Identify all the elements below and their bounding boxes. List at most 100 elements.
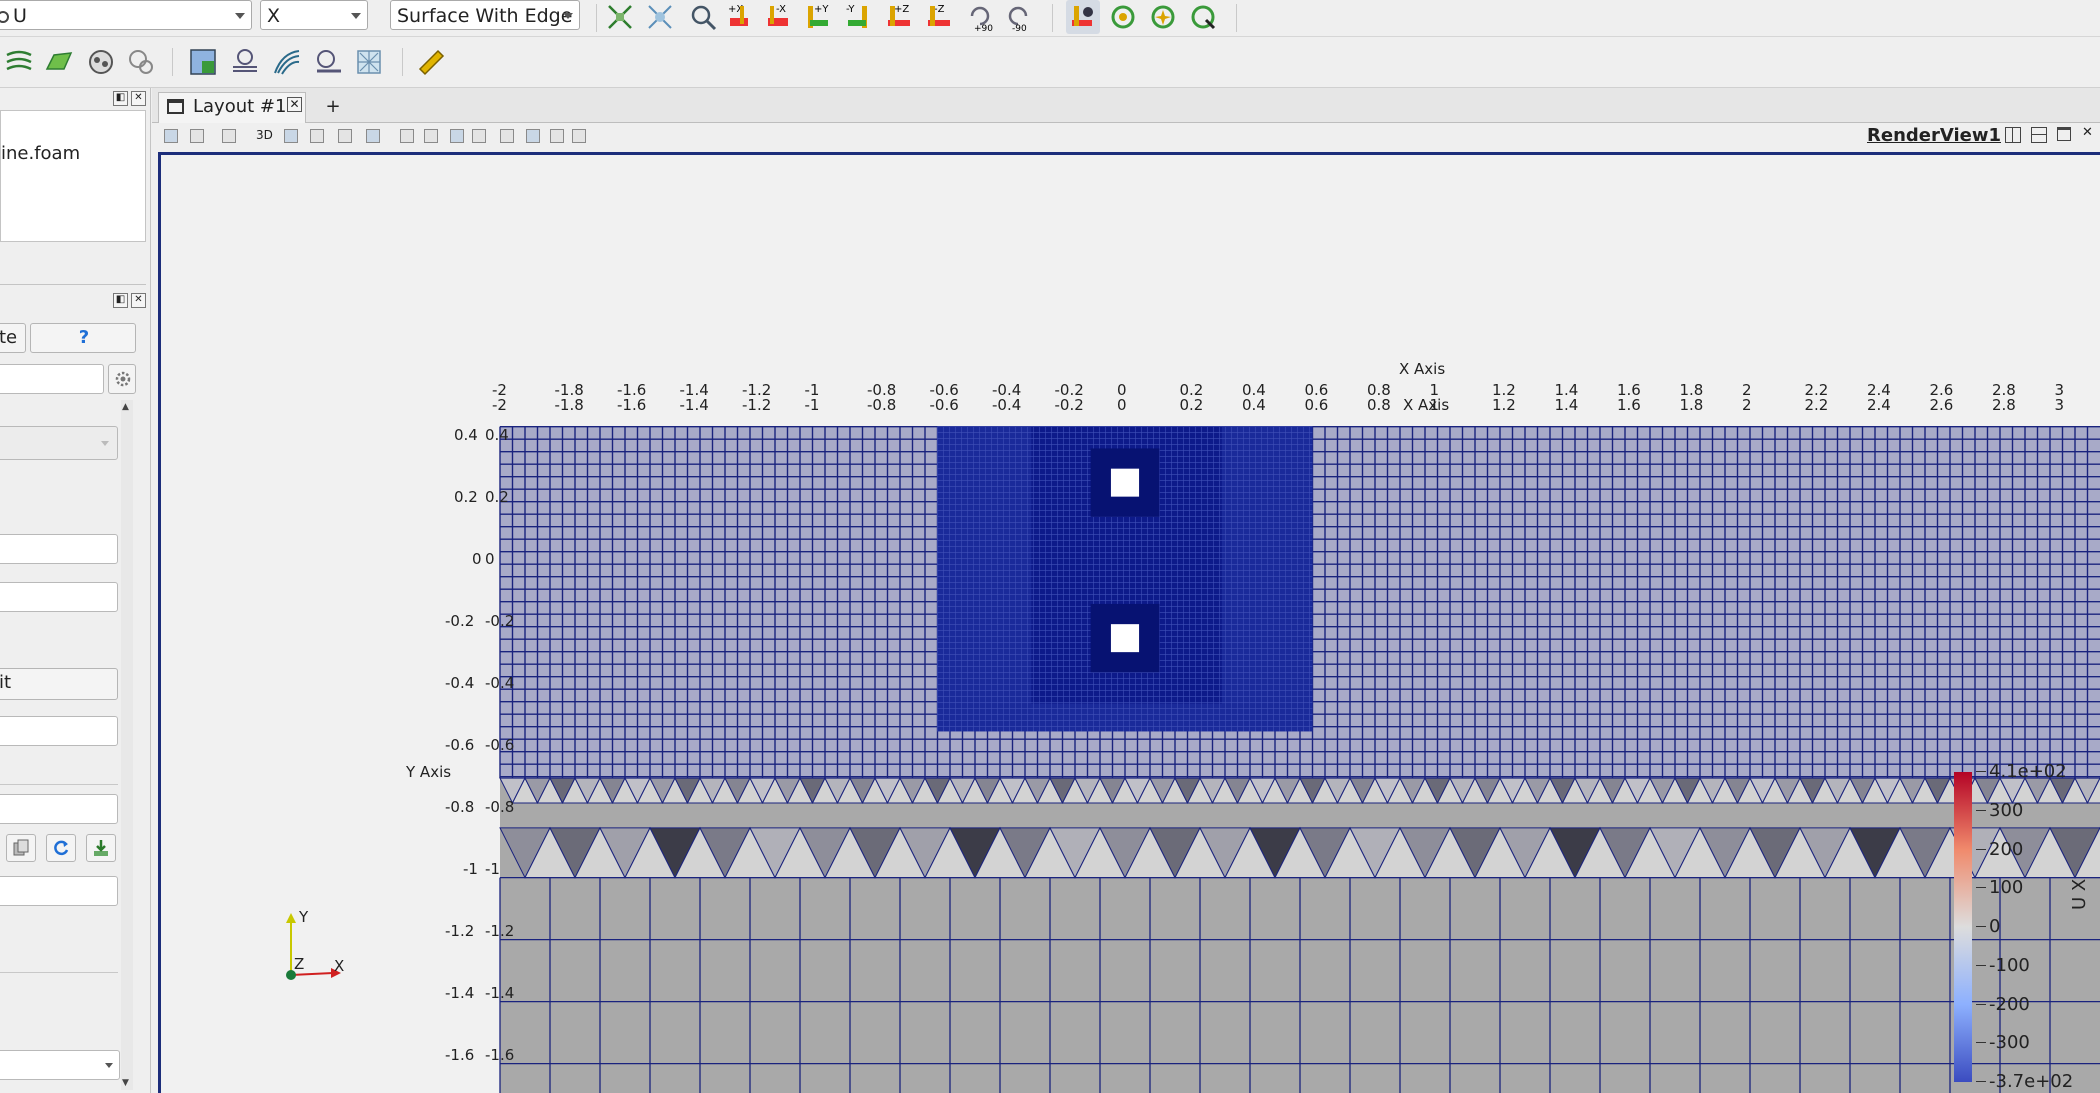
close-icon[interactable]: ✕ bbox=[131, 91, 146, 106]
advanced-settings-button[interactable] bbox=[108, 364, 136, 394]
maximize-icon[interactable] bbox=[2057, 127, 2071, 141]
close-view-icon[interactable]: ✕ bbox=[2082, 125, 2093, 140]
property-field-3[interactable] bbox=[0, 716, 118, 746]
float-panel-icon[interactable]: ◧ bbox=[113, 293, 128, 308]
ruler-button[interactable] bbox=[414, 45, 448, 79]
ruler-icon bbox=[418, 49, 445, 76]
warp-vector-button[interactable] bbox=[312, 45, 346, 79]
view-tool-icon[interactable] bbox=[338, 129, 352, 143]
view-tool-icon[interactable] bbox=[284, 129, 298, 143]
rotate-label: +90 bbox=[974, 24, 993, 32]
view-tool-icon[interactable] bbox=[366, 129, 380, 143]
extract-subset-button[interactable] bbox=[186, 45, 220, 79]
colorbar-label: 200 bbox=[1989, 838, 2024, 860]
view-tool-icon[interactable] bbox=[310, 129, 324, 143]
view-plus-y-button[interactable]: +Y bbox=[802, 0, 836, 34]
close-tab-icon[interactable]: ✕ bbox=[287, 97, 302, 112]
toolbar-separator bbox=[596, 4, 597, 32]
contour-icon bbox=[6, 50, 32, 71]
chevron-down-icon bbox=[101, 441, 109, 446]
panel-divider bbox=[0, 972, 118, 973]
view-tool-icon[interactable] bbox=[190, 129, 204, 143]
zoom-box-button[interactable] bbox=[686, 0, 720, 34]
pick-center-button[interactable] bbox=[1146, 0, 1180, 34]
y-tick-label: 0.4 bbox=[454, 426, 478, 444]
representation-select[interactable]: Surface With Edge bbox=[390, 0, 580, 30]
threshold-filter-button[interactable] bbox=[124, 45, 158, 79]
panel-divider bbox=[0, 284, 146, 285]
view-plus-z-button[interactable]: +Z bbox=[882, 0, 916, 34]
search-input[interactable] bbox=[0, 364, 104, 394]
rotate-ccw-icon: -90 bbox=[1008, 6, 1028, 32]
x-tick-label: 2.8 bbox=[1992, 396, 2016, 414]
colorbar-tick bbox=[1976, 887, 1986, 889]
colorbar-tick bbox=[1976, 926, 1986, 927]
variable-select[interactable]: U bbox=[0, 0, 252, 30]
copy-button[interactable] bbox=[6, 834, 36, 862]
rotate-camera-icon bbox=[1111, 5, 1135, 29]
x-tick-label: 0.4 bbox=[1242, 396, 1266, 414]
view-tool-icon[interactable] bbox=[164, 129, 178, 143]
glyph-filter-button[interactable] bbox=[228, 45, 262, 79]
center-rotation-button[interactable] bbox=[1186, 0, 1220, 34]
x-tick-label: -2 bbox=[492, 396, 507, 414]
help-button[interactable]: ? bbox=[30, 323, 136, 353]
component-select[interactable]: X bbox=[260, 0, 368, 30]
view-minus-x-button[interactable]: -X bbox=[762, 0, 796, 34]
colorbar-label: -3.7e+02 bbox=[1989, 1071, 2074, 1092]
property-select[interactable] bbox=[0, 426, 118, 460]
slice-filter-button[interactable] bbox=[42, 45, 76, 79]
view-plus-x-button[interactable]: +X bbox=[724, 0, 758, 34]
zoom-to-data-button[interactable] bbox=[643, 0, 677, 34]
float-panel-icon[interactable]: ◧ bbox=[113, 91, 128, 106]
view-tool-icon[interactable] bbox=[222, 129, 236, 143]
group-datasets-button[interactable] bbox=[352, 45, 386, 79]
property-field-5[interactable] bbox=[0, 876, 118, 906]
x-tick-label: 0.6 bbox=[1304, 396, 1329, 414]
toggle-3d-button[interactable]: 3D bbox=[256, 128, 273, 142]
view-tool-icon[interactable] bbox=[424, 129, 438, 143]
scroll-up-icon[interactable]: ▲ bbox=[122, 402, 129, 412]
property-field-2[interactable] bbox=[0, 582, 118, 612]
x-axis-title-inner: X Axis bbox=[1403, 396, 1450, 414]
rotate-minus-90-button[interactable]: -90 bbox=[1002, 0, 1036, 34]
property-field-1[interactable] bbox=[0, 534, 118, 564]
interaction-mode-button[interactable] bbox=[1066, 0, 1100, 34]
split-horizontal-icon[interactable] bbox=[2005, 127, 2021, 143]
add-tab-button[interactable]: + bbox=[318, 94, 348, 120]
split-vertical-icon[interactable] bbox=[2031, 127, 2047, 143]
contour-filter-button[interactable] bbox=[2, 45, 36, 79]
rotate-camera-button[interactable] bbox=[1106, 0, 1140, 34]
save-defaults-button[interactable] bbox=[86, 834, 116, 862]
scroll-down-icon[interactable]: ▼ bbox=[122, 1078, 129, 1088]
property-button[interactable]: it bbox=[0, 668, 118, 700]
clip-filter-button[interactable] bbox=[84, 45, 118, 79]
view-minus-y-button[interactable]: -Y bbox=[842, 0, 876, 34]
rotate-plus-90-button[interactable]: +90 bbox=[962, 0, 996, 34]
window-icon bbox=[167, 99, 184, 114]
view-tool-icon[interactable] bbox=[550, 129, 564, 143]
apply-button[interactable]: te bbox=[0, 323, 26, 353]
scrollbar[interactable]: ▲ ▼ bbox=[121, 400, 133, 1090]
rotate-cw-icon: +90 bbox=[970, 6, 993, 32]
property-field-4[interactable] bbox=[0, 794, 118, 824]
stream-tracer-button[interactable] bbox=[270, 45, 304, 79]
view-tool-icon[interactable] bbox=[400, 129, 414, 143]
tab-layout-1[interactable]: Layout #1 ✕ bbox=[158, 92, 306, 123]
axis-minus-y-icon: -Y bbox=[846, 4, 867, 28]
pick-center-icon bbox=[1151, 5, 1175, 29]
y-tick-label: -0.6 bbox=[445, 736, 475, 754]
view-minus-z-button[interactable]: -Z bbox=[922, 0, 956, 34]
view-tool-icon[interactable] bbox=[500, 129, 514, 143]
pipeline-item[interactable]: ine.foam bbox=[1, 143, 80, 164]
reset-camera-button[interactable] bbox=[603, 0, 637, 34]
close-icon[interactable]: ✕ bbox=[131, 293, 146, 308]
view-tool-icon[interactable] bbox=[472, 129, 486, 143]
reset-button[interactable] bbox=[46, 834, 76, 862]
render-view[interactable]: X Axis X Axis Y Axis -2 -2 -1.8 -1.8 -1.6 -1.… bbox=[158, 152, 2100, 1093]
property-select-2[interactable] bbox=[0, 1050, 120, 1080]
y-tick-label: -0.2 bbox=[445, 612, 475, 630]
view-tool-icon[interactable] bbox=[450, 129, 464, 143]
view-tool-icon[interactable] bbox=[526, 129, 540, 143]
view-tool-icon[interactable] bbox=[572, 129, 586, 143]
